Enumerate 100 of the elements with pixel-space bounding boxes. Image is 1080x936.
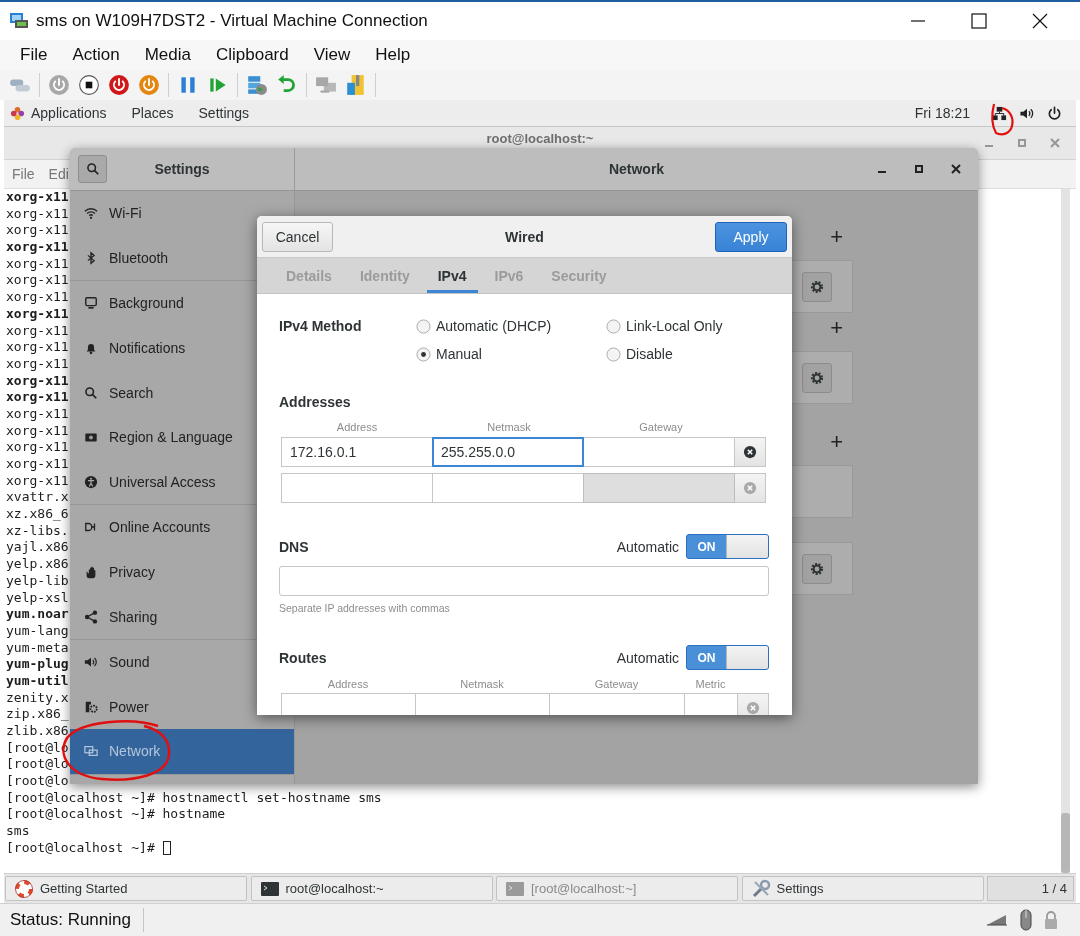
maximize-button[interactable] [971, 13, 987, 29]
terminal-line: [root@localhost ~]# hostnamectl set-hostname sms [6, 789, 382, 807]
input-field[interactable] [432, 473, 584, 503]
close-button[interactable] [949, 162, 963, 176]
terminal-line: xorg-x11 [6, 405, 69, 423]
menu-item[interactable]: File [20, 45, 48, 65]
terminal-line: yum.noar [6, 606, 69, 623]
input-field[interactable] [415, 693, 550, 715]
terminal-line: zenity.x [6, 689, 69, 707]
terminal-line: xorg-x11 [6, 239, 69, 256]
menu-item[interactable]: Media [144, 45, 191, 65]
menu-item[interactable]: Action [72, 45, 120, 65]
switch-label: Automatic [616, 538, 679, 555]
input-field[interactable] [684, 693, 738, 715]
section-title: DNS [279, 538, 310, 555]
terminal-line: xorg-x11 [6, 322, 69, 340]
network-icon [84, 744, 98, 759]
zip-file-icon[interactable] [345, 74, 367, 96]
terminal-line: yum-plug [6, 656, 69, 673]
search-icon [85, 162, 100, 176]
terminal-line: [root@localhost ~]# hostname [6, 806, 226, 824]
switch-label: Automatic [616, 649, 679, 666]
scrollbar[interactable] [1061, 189, 1070, 873]
input-field[interactable]: 172.16.0.1 [281, 437, 433, 467]
window-title: Settings [153, 161, 211, 177]
add-button[interactable]: + [830, 431, 843, 453]
mouse-icon [1020, 909, 1032, 931]
input-field[interactable] [549, 693, 685, 715]
terminal-line: xorg-x11 [6, 189, 69, 206]
sidebar-item[interactable]: Network [70, 729, 294, 774]
column-header: Netmask [459, 678, 505, 690]
top-bar-menu[interactable]: Places [131, 105, 174, 121]
add-button[interactable]: + [830, 317, 843, 339]
input-field[interactable] [281, 693, 416, 715]
radio-button[interactable] [416, 318, 431, 334]
terminal-line: xorg-x11 [6, 372, 69, 390]
cancel-button[interactable]: Cancel [262, 221, 333, 252]
wifi-icon [84, 206, 98, 221]
terminal-line: xorg-x11 [6, 472, 69, 490]
network-icon[interactable] [992, 105, 1007, 121]
terminal-line: xorg-x11 [6, 205, 69, 223]
top-bar-menu[interactable]: Settings [198, 105, 250, 121]
apply-button[interactable]: Apply [715, 221, 787, 252]
terminal-line: xorg-x11 [6, 422, 69, 440]
terminal-line: xorg-x11 [6, 439, 69, 456]
terminal-line: xorg-x11 [6, 389, 69, 406]
delete-button[interactable] [734, 437, 766, 467]
window-title: root@localhost:~ [486, 132, 594, 146]
menu-item[interactable]: View [313, 45, 351, 65]
power-icon[interactable] [1047, 105, 1062, 121]
input-field[interactable] [281, 473, 433, 503]
server-icon[interactable] [246, 74, 268, 96]
taskbar-button[interactable]: Getting Started [5, 876, 247, 901]
menu-item[interactable]: Help [375, 45, 411, 65]
terminal-line: yum-util [6, 672, 69, 690]
computer-icon [9, 12, 29, 30]
bell-icon [84, 341, 98, 356]
terminal-line: xz-libs. [6, 522, 69, 540]
terminal-line: sms [6, 823, 30, 840]
radio-button[interactable] [606, 346, 621, 362]
settings-button[interactable] [802, 271, 832, 302]
workspace-pager[interactable]: 1 / 4 [987, 876, 1074, 901]
keyboard-icon [986, 913, 1008, 927]
settings-button[interactable] [802, 553, 832, 584]
dns-field[interactable] [279, 566, 769, 596]
column-header: Netmask [486, 421, 532, 433]
terminal-line: yajl.x86 [6, 539, 69, 557]
maximize-button[interactable] [912, 162, 926, 176]
add-button[interactable]: + [830, 226, 843, 248]
menu-item[interactable]: Clipboard [215, 45, 289, 65]
column-header: Metric [694, 678, 727, 690]
top-bar-menu[interactable]: Applications [10, 105, 107, 121]
stop-icon[interactable] [78, 74, 100, 96]
radio-button[interactable] [606, 318, 621, 334]
taskbar-button[interactable]: root@localhost:~ [250, 876, 493, 901]
hand-icon [84, 565, 98, 580]
terminal-line: yelp-xsl [6, 589, 69, 607]
option-label: Disable [626, 346, 673, 362]
panel-title: Network [608, 161, 665, 177]
terminal-line: xorg-x11 [6, 456, 69, 473]
taskbar-button[interactable]: Settings [741, 876, 984, 901]
option-label: Manual [436, 346, 482, 362]
input-field[interactable] [583, 437, 735, 467]
share-icon [84, 609, 98, 624]
search-button[interactable] [78, 155, 107, 183]
terminal-line: xorg-x11 [6, 305, 69, 323]
close-button[interactable] [1032, 13, 1048, 29]
scrollbar-thumb[interactable] [1061, 813, 1070, 873]
terminal-line: [root@lo [6, 773, 69, 790]
radio-button[interactable] [416, 346, 431, 362]
tab[interactable]: IPv4 [426, 258, 478, 293]
clock[interactable]: Fri 18:21 [914, 105, 970, 121]
terminal-line: yelp.x86 [6, 556, 69, 573]
menu-item[interactable]: Edi [48, 166, 69, 182]
input-field[interactable]: 255.255.0.0 [432, 437, 584, 467]
menu-item[interactable]: File [12, 166, 35, 182]
terminal-line: xorg-x11 [6, 272, 69, 290]
window-title: sms on W109H7DST2 - Virtual Machine Connection [36, 11, 429, 31]
clear-icon [746, 701, 760, 715]
settings-button[interactable] [802, 362, 832, 393]
